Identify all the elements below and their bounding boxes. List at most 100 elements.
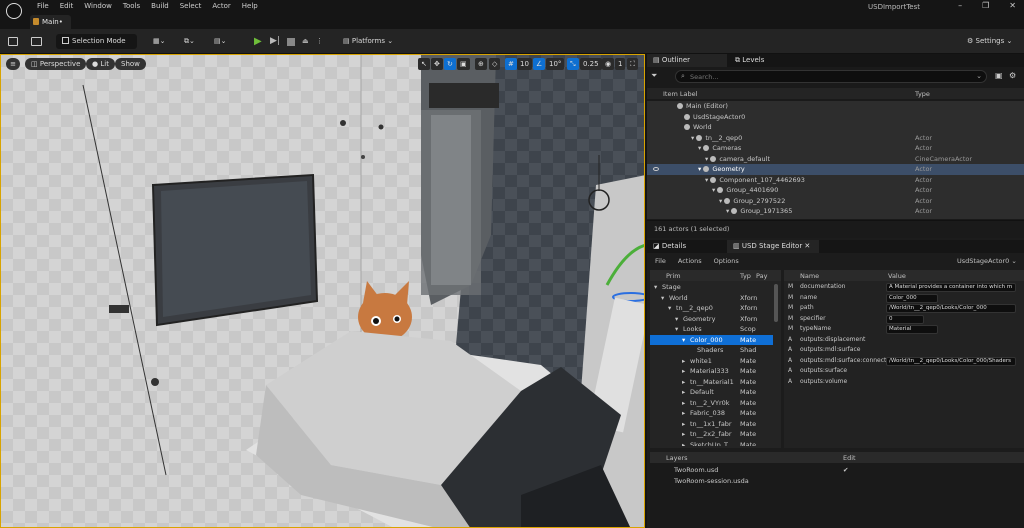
property-value-field[interactable]: /World/tn__2_qep0/Looks/Color_000 — [886, 304, 1016, 313]
property-value-field[interactable]: Material — [886, 325, 938, 334]
prim-row[interactable]: ▾ Looks Scop — [650, 324, 773, 335]
expand-arrow-icon[interactable]: ▸ — [682, 440, 685, 447]
property-row[interactable]: MtypeName Material — [784, 324, 1024, 335]
outliner-row[interactable]: ▾ Group_2797522 Actor — [647, 196, 1024, 207]
prim-row[interactable]: ▾ Color_000 Mate — [650, 334, 773, 346]
col-item-label[interactable]: Item Label — [663, 90, 697, 98]
menu-actor[interactable]: Actor — [212, 2, 230, 10]
lit-button[interactable]: ● Lit — [86, 58, 115, 70]
col-type[interactable]: Typ — [740, 272, 751, 280]
grid-size-value[interactable]: 10 — [517, 58, 532, 70]
tab-outliner[interactable]: ▤ Outliner — [647, 54, 727, 67]
select-tool-icon[interactable]: ↖ — [418, 58, 430, 70]
col-prim[interactable]: Prim — [666, 272, 681, 280]
settings-button[interactable]: ⚙ Settings ⌄ — [967, 35, 1012, 48]
prim-scrollbar[interactable] — [774, 284, 778, 322]
add-actor-button[interactable]: ▦⌄ — [153, 35, 175, 48]
menu-file[interactable]: File — [37, 2, 49, 10]
more-options-icon[interactable]: ⋮ — [316, 35, 323, 48]
maximize-viewport-icon[interactable]: ⛶ — [627, 58, 638, 70]
angle-snap-icon[interactable]: ∠ — [533, 58, 546, 70]
outliner-row[interactable]: World — [647, 122, 1024, 133]
prim-row[interactable]: Shaders Shad — [650, 345, 773, 356]
selection-mode-dropdown[interactable]: Selection Mode ⌄ — [56, 34, 137, 60]
expand-arrow-icon[interactable]: ▸ — [682, 419, 685, 430]
outliner-row[interactable]: Group_Cloth_Shape005_3866806 Actor — [647, 217, 1024, 219]
property-row[interactable]: Aoutputs:surface — [784, 366, 1024, 377]
chevron-down-icon[interactable]: ⌄ — [976, 72, 982, 80]
col-payload[interactable]: Pay — [756, 272, 767, 280]
cinematics-button[interactable]: ▤⌄ — [214, 35, 236, 48]
tab-details[interactable]: ◪ Details — [647, 240, 725, 253]
property-row[interactable]: Aoutputs:mdl:surface:connect/World/tn__2… — [784, 356, 1024, 367]
level-tab-main[interactable]: Main• — [30, 15, 71, 29]
prim-row[interactable]: ▸ Fabric_038 Mate — [650, 408, 773, 419]
menu-build[interactable]: Build — [151, 2, 169, 10]
expand-arrow-icon[interactable]: ▸ — [682, 429, 685, 440]
unreal-logo-icon[interactable] — [6, 3, 22, 19]
expand-arrow-icon[interactable]: ▾ — [675, 314, 678, 325]
stop-icon[interactable] — [287, 38, 295, 46]
outliner-row[interactable]: ▾ Component_107_4462693 Actor — [647, 175, 1024, 186]
usd-menu-file[interactable]: File — [655, 257, 666, 265]
outliner-row[interactable]: UsdStageActor0 — [647, 112, 1024, 123]
expand-arrow-icon[interactable]: ▾ — [661, 293, 664, 304]
prim-row[interactable]: ▾ Geometry Xforn — [650, 314, 773, 325]
eject-icon[interactable]: ⏏ — [302, 35, 309, 48]
add-folder-icon[interactable]: ▣ — [995, 71, 1003, 80]
expand-arrow-icon[interactable]: ▸ — [682, 408, 685, 419]
surface-snap-icon[interactable]: ◇ — [489, 58, 501, 70]
outliner-row[interactable]: ▾ Geometry Actor — [647, 164, 1024, 175]
prim-row[interactable]: ▸ Material333 Mate — [650, 366, 773, 377]
tab-usd-stage-editor[interactable]: ▥ USD Stage Editor ✕ — [727, 240, 819, 253]
scale-snap-value[interactable]: 0.25 — [580, 58, 602, 70]
menu-window[interactable]: Window — [84, 2, 112, 10]
scale-tool-icon[interactable]: ▣ — [457, 58, 470, 70]
blueprint-button[interactable]: ⧉⌄ — [184, 35, 206, 48]
usd-menu-options[interactable]: Options — [714, 257, 739, 265]
prim-row[interactable]: ▾ Stage — [650, 282, 773, 293]
property-row[interactable]: Mspecifier 0 — [784, 314, 1024, 325]
prim-row[interactable]: ▾ tn__2_qep0 Xforn — [650, 303, 773, 314]
property-value-field[interactable]: A Material provides a container into whi… — [886, 283, 1016, 292]
grid-snap-icon[interactable]: # — [505, 58, 517, 70]
rotate-tool-icon[interactable]: ↻ — [444, 58, 456, 70]
tab-levels[interactable]: ⧉ Levels — [729, 54, 770, 67]
property-row[interactable]: Aoutputs:mdl:surface — [784, 345, 1024, 356]
outliner-search-input[interactable]: ⌕ Search... ⌄ — [675, 70, 987, 83]
stage-actor-dropdown[interactable]: UsdStageActor0 ⌄ — [957, 257, 1017, 265]
col-type[interactable]: Type — [915, 90, 930, 98]
layer-row[interactable]: TwoRoom-session.usda — [650, 476, 1024, 487]
perspective-button[interactable]: ◫ Perspective — [25, 58, 87, 70]
platforms-button[interactable]: ▤ Platforms ⌄ — [343, 35, 393, 48]
property-value-field[interactable]: 0 — [886, 314, 924, 324]
property-row[interactable]: Mname Color_000 — [784, 293, 1024, 304]
play-icon[interactable]: ▶ — [254, 35, 262, 48]
menu-tools[interactable]: Tools — [123, 2, 140, 10]
expand-arrow-icon[interactable]: ▾ — [682, 335, 685, 346]
prim-row[interactable]: ▸ tn__2x2_fabr Mate — [650, 429, 773, 440]
property-row[interactable]: Aoutputs:volume — [784, 377, 1024, 388]
prim-row[interactable]: ▸ white1 Mate — [650, 356, 773, 367]
col-layers[interactable]: Layers — [666, 454, 688, 462]
skip-icon[interactable]: ▶| — [270, 35, 280, 48]
property-row[interactable]: Mdocumentation A Material provides a cont… — [784, 282, 1024, 293]
outliner-row[interactable]: Main (Editor) — [647, 101, 1024, 112]
usd-menu-actions[interactable]: Actions — [678, 257, 702, 265]
menu-help[interactable]: Help — [242, 2, 258, 10]
close-button[interactable]: ✕ — [1009, 1, 1016, 10]
property-value-field[interactable]: Color_000 — [886, 293, 938, 303]
outliner-row[interactable]: ▾ Group_1971365 Actor — [647, 206, 1024, 217]
viewport-menu-button[interactable]: ≡ — [6, 58, 20, 70]
col-edit[interactable]: Edit — [843, 454, 856, 462]
menu-select[interactable]: Select — [180, 2, 202, 10]
prim-row[interactable]: ▸ tn__1x1_fabr Mate — [650, 419, 773, 430]
layer-row[interactable]: TwoRoom.usd ✔ — [650, 465, 1024, 476]
expand-arrow-icon[interactable]: ▸ — [682, 377, 685, 388]
expand-arrow-icon[interactable]: ▾ — [654, 282, 657, 293]
world-space-icon[interactable]: ⊕ — [475, 58, 487, 70]
property-row[interactable]: Mpath/World/tn__2_qep0/Looks/Color_000 — [784, 303, 1024, 314]
expand-arrow-icon[interactable]: ▾ — [668, 303, 671, 314]
expand-arrow-icon[interactable]: ▾ — [675, 324, 678, 335]
menu-edit[interactable]: Edit — [60, 2, 74, 10]
